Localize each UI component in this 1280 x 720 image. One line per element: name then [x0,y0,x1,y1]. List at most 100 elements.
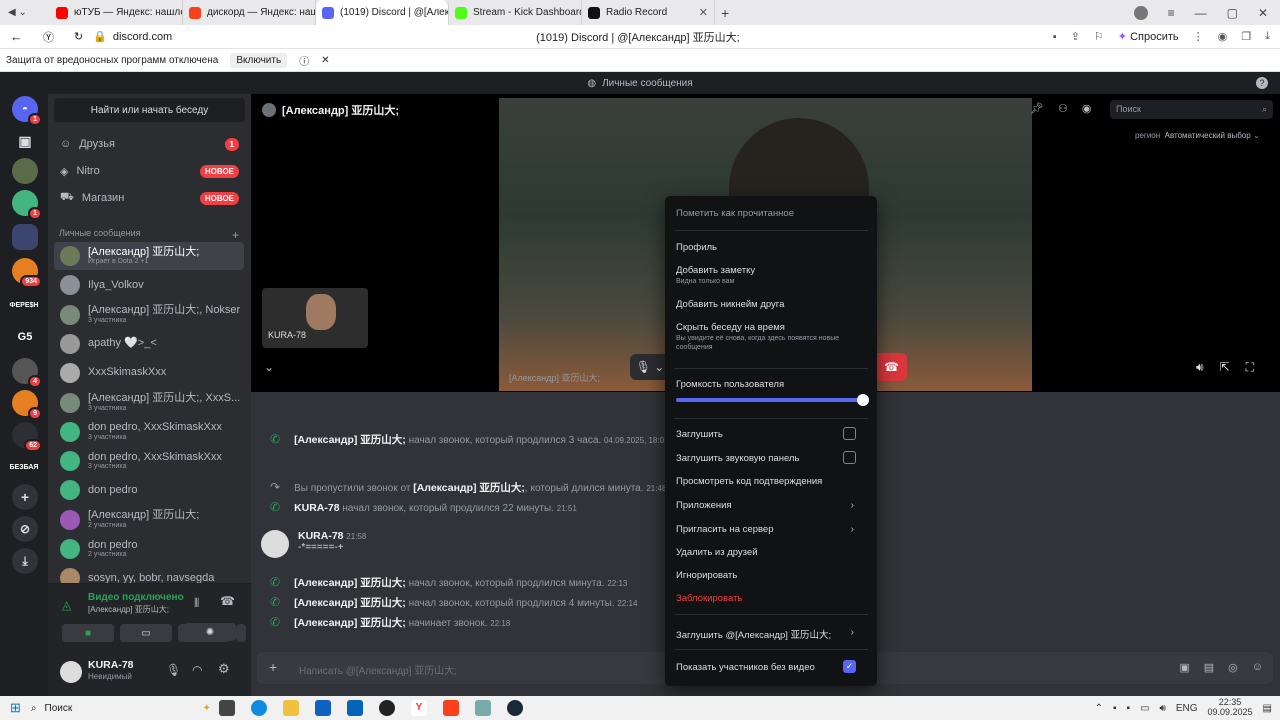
task-view-icon[interactable] [218,700,235,716]
message-author[interactable]: KURA-78 [294,502,340,514]
menu-invite-server[interactable]: Пригласить на сервер › [676,524,866,535]
reload-icon[interactable]: ↻ [74,30,83,43]
camera-button[interactable]: ■ [62,624,114,642]
region-selector[interactable]: регион Автоматический выбор ⌄ [1135,131,1260,140]
server-avatar-4[interactable]: 934 [12,258,42,288]
ask-button[interactable]: ✦ Спросить [1118,30,1179,43]
add-server-icon[interactable]: + [12,484,38,510]
video-icon[interactable]: ◉ [1218,30,1228,43]
url-field[interactable]: discord.com [113,31,373,43]
menu-remove-friend[interactable]: Удалить из друзей [676,547,866,558]
menu-add-note[interactable]: Добавить заметку Видна только вам [676,265,866,287]
yandex-icon[interactable] [442,700,459,716]
menu-mark-read[interactable]: Пометить как прочитанное [676,208,866,219]
browser-tab[interactable]: Radio Record ✕ [582,0,715,25]
dm-item[interactable]: XxxSkimaskXxx [54,359,244,387]
dm-item[interactable]: don pedro, XxxSkimaskXxx 3 участника [54,447,244,475]
browser-tab[interactable]: (1019) Discord | @[Алекс✕ [316,0,449,25]
volume-icon[interactable]: 🔊︎ [1196,360,1204,375]
browser-tab[interactable]: Stream - Kick Dashboard✕ [449,0,582,25]
settings-icon[interactable]: ⚙ [218,661,230,677]
collapse-call-icon[interactable]: ⌄ [264,360,274,374]
steam-icon[interactable] [506,700,523,716]
message-author[interactable]: KURA-78 [298,530,344,542]
clock[interactable]: 22:35 09.09.2025 [1208,697,1253,718]
sidebar-controls[interactable]: ◀ ⌄ [0,7,50,18]
store-icon[interactable] [314,700,331,716]
mute-soundboard-checkbox[interactable] [843,451,856,464]
profile-toggle-icon[interactable]: ◉ [1082,102,1092,115]
fullscreen-icon[interactable]: ⛶ [1246,360,1254,375]
add-dm-icon[interactable]: + [232,228,239,242]
menu-mute-user[interactable]: Заглушить @[Александр] 亚历山大; › [676,627,866,641]
menu-apps[interactable]: Приложения › [676,500,866,511]
dm-item[interactable]: don pedro, XxxSkimaskXxx 3 участника [54,418,244,446]
volume-slider-handle[interactable] [857,394,869,406]
share-icon[interactable]: ⇪ [1071,30,1080,43]
soundboard-button[interactable] [236,624,246,642]
inbox-icon[interactable]: ▣ [12,128,38,154]
network-icon[interactable]: ▭ [1140,703,1149,714]
noise-icon[interactable]: ⦀ [194,596,199,611]
browser-tab[interactable]: дискорд — Яндекс: нашл✕ [183,0,316,25]
dm-item[interactable]: apathy 🤍>_< [54,330,244,358]
tray-app-icon[interactable]: ▪ [1113,703,1117,714]
yandex-browser-icon[interactable]: Y [410,700,427,716]
dm-item[interactable]: don pedro 2 участника [54,535,244,563]
profile-avatar[interactable] [1133,5,1148,20]
voice-channel[interactable]: [Александр] 亚历山大; [88,604,169,615]
tray-chevron-icon[interactable]: ⌃ [1095,703,1103,714]
gif-icon[interactable]: ▤ [1204,661,1214,674]
add-attachment-icon[interactable]: + [269,659,277,675]
screenshare-button[interactable]: ▭ [120,624,172,642]
gift-icon[interactable]: ▣ [1179,661,1189,674]
server-avatar-6[interactable]: 9 [12,390,42,420]
yandex-icon[interactable]: Ⓨ [43,29,54,45]
menu-show-no-video[interactable]: Показать участников без видео ✓ [676,660,866,673]
menu-verify-code[interactable]: Просмотреть код подтверждения [676,476,866,487]
emoji-icon[interactable]: ☺ [1252,661,1263,674]
dm-item[interactable]: Ilya_Volkov [54,271,244,299]
minimize-icon[interactable]: — [1195,6,1207,20]
avatar[interactable] [60,661,82,683]
help-icon[interactable]: ⓘ [299,53,309,68]
message-author[interactable]: [Александр] 亚历山大; [413,482,525,494]
menu-profile[interactable]: Профиль [676,242,866,253]
volume-icon[interactable]: 🔊︎ [1160,703,1166,714]
dm-item[interactable]: [Александр] 亚历山大; 2 участника [54,506,244,534]
server-label-fire[interactable]: ФЕРЕ$Н [6,292,42,318]
user-volume-slider[interactable] [676,394,869,406]
server-avatar-2[interactable]: 1 [12,190,42,220]
back-icon[interactable]: ← [10,29,23,44]
notifications-icon[interactable]: ▤ [1263,703,1272,714]
add-member-icon[interactable]: ⚇ [1058,102,1068,115]
mic-control[interactable]: 🎙︎ ⌄ [630,354,670,380]
menu-block[interactable]: Заблокировать [676,593,866,604]
pin-icon[interactable]: 📌︎ [1030,102,1044,115]
help-circle-icon[interactable]: ? [1256,77,1268,89]
close-window-icon[interactable]: ✕ [1258,6,1268,20]
windows-start-icon[interactable]: ⊞ [10,700,21,716]
self-video-tile[interactable]: KURA-78 [262,288,368,348]
server-avatar-7[interactable]: 62 [12,422,42,452]
message-author[interactable]: [Александр] 亚历山大; [294,434,406,446]
nav-shop[interactable]: ⛟ Магазин НОВОЕ [54,186,239,210]
server-avatar-3[interactable] [12,224,38,250]
sticker-icon[interactable]: ◎ [1228,661,1238,674]
bookmark-icon[interactable]: ⚐ [1094,30,1104,43]
new-tab-button[interactable]: + [721,5,729,21]
find-conversation-button[interactable]: Найти или начать беседу [54,98,245,122]
message-author[interactable]: [Александр] 亚历山大; [294,577,406,589]
edge-icon[interactable] [250,700,267,716]
menu-icon[interactable]: ≡ [1168,6,1175,20]
tray-app-icon[interactable]: ▪ [1127,703,1131,714]
dm-item[interactable]: [Александр] 亚历山大;, Nokser 3 участника [54,301,244,329]
microphone-icon[interactable]: 🎙︎ [166,663,181,677]
popout-icon[interactable]: ⇱ [1220,360,1230,375]
menu-hide-dm[interactable]: Скрыть беседу на время Вы увидите её снов… [676,322,866,353]
message-avatar[interactable] [261,530,289,558]
message-author[interactable]: [Александр] 亚历山大; [294,617,406,629]
reader-icon[interactable]: ❐ [1241,30,1251,43]
dm-item[interactable]: [Александр] 亚历山大;, XxxS... 3 участника [54,389,244,417]
message-author[interactable]: [Александр] 亚历山大; [294,597,406,609]
